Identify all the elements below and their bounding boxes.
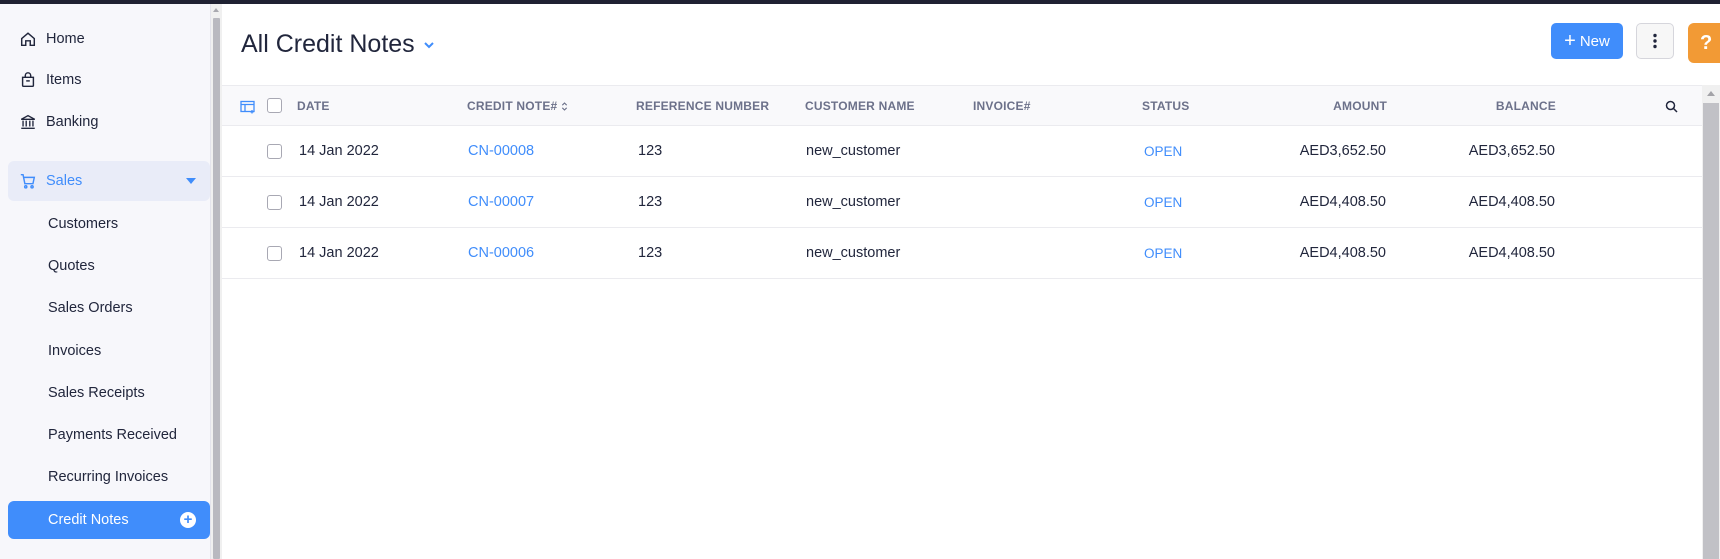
sort-icon[interactable] [561,101,568,112]
table-row[interactable]: 14 Jan 2022 CN-00006 123 new_customer OP… [222,228,1702,279]
cell-customer: new_customer [806,245,901,261]
cell-balance: AED4,408.50 [1468,194,1555,210]
sidebar: Home Items Banking Sales Customers Quote… [0,4,211,559]
top-bar [0,0,1720,4]
cell-balance: AED3,652.50 [1468,143,1555,159]
sidebar-item-credit-notes[interactable]: Credit Notes + [8,501,210,539]
scroll-thumb[interactable] [1703,103,1719,559]
status-badge: OPEN [1144,195,1183,210]
cell-reference: 123 [638,143,663,159]
cart-icon [18,171,38,191]
cell-credit-note-link[interactable]: CN-00006 [468,245,534,261]
sidebar-item-sales-orders[interactable]: Sales Orders [8,289,210,327]
plus-circle-icon[interactable]: + [180,512,196,528]
main-scrollbar[interactable] [1702,85,1720,559]
cell-reference: 123 [638,194,663,210]
column-header-label: CREDIT NOTE# [467,99,558,113]
scroll-up-arrow[interactable] [1707,91,1715,96]
row-checkbox[interactable] [267,195,282,210]
status-badge: OPEN [1144,246,1183,261]
column-header-invoice[interactable]: INVOICE# [973,99,1031,113]
chevron-down-icon [423,39,435,51]
sidebar-item-sales[interactable]: Sales [8,161,210,201]
cell-customer: new_customer [806,143,901,159]
new-button[interactable]: + New [1551,23,1623,59]
column-header-amount[interactable]: AMOUNT [1333,99,1387,113]
help-button[interactable]: ? [1688,23,1720,63]
cell-date: 14 Jan 2022 [299,245,379,261]
sidebar-item-label: Credit Notes [48,512,129,528]
cell-amount: AED4,408.50 [1299,245,1386,261]
column-header-status[interactable]: STATUS [1142,99,1189,113]
help-label: ? [1700,31,1713,54]
chevron-down-icon[interactable] [186,178,196,184]
sidebar-scrollbar[interactable] [211,4,222,559]
row-checkbox[interactable] [267,144,282,159]
cell-date: 14 Jan 2022 [299,194,379,210]
column-header-reference-number[interactable]: REFERENCE NUMBER [636,99,769,113]
columns-icon[interactable] [240,100,256,114]
new-button-label: New [1579,32,1610,50]
sidebar-item-sales-receipts[interactable]: Sales Receipts [8,374,210,412]
table-row[interactable]: 14 Jan 2022 CN-00008 123 new_customer OP… [222,126,1702,177]
sidebar-item-label: Items [46,72,82,88]
sidebar-item-label: Payments Received [48,427,177,443]
cell-date: 14 Jan 2022 [299,143,379,159]
sidebar-item-label: Sales Receipts [48,385,145,401]
cell-amount: AED4,408.50 [1299,194,1386,210]
more-options-button[interactable] [1636,23,1674,59]
page-title-dropdown[interactable]: All Credit Notes [241,30,435,59]
cell-credit-note-link[interactable]: CN-00007 [468,194,534,210]
plus-icon: + [1564,30,1576,52]
items-icon [18,70,38,90]
sidebar-item-home[interactable]: Home [8,19,210,59]
scroll-thumb[interactable] [213,18,220,559]
sidebar-item-label: Customers [48,216,119,232]
cell-amount: AED3,652.50 [1299,143,1386,159]
table-header: DATE CREDIT NOTE# REFERENCE NUMBER CUSTO… [222,85,1702,126]
sidebar-item-banking[interactable]: Banking [8,102,210,142]
sidebar-item-recurring-invoices[interactable]: Recurring Invoices [8,458,210,496]
sidebar-item-label: Home [46,31,85,47]
search-icon[interactable] [1665,100,1678,113]
bank-icon [18,112,38,132]
sidebar-item-label: Recurring Invoices [48,469,169,485]
home-icon [18,29,38,49]
sidebar-item-items[interactable]: Items [8,60,210,100]
sidebar-item-label: Banking [46,114,99,130]
sidebar-item-customers[interactable]: Customers [8,205,210,243]
column-header-credit-note[interactable]: CREDIT NOTE# [467,99,568,113]
page-title: All Credit Notes [241,30,415,58]
cell-credit-note-link[interactable]: CN-00008 [468,143,534,159]
more-vertical-icon [1653,33,1657,49]
sidebar-item-label: Sales [46,173,83,189]
cell-customer: new_customer [806,194,901,210]
sidebar-item-quotes[interactable]: Quotes [8,247,210,285]
column-header-customer-name[interactable]: CUSTOMER NAME [805,99,915,113]
cell-reference: 123 [638,245,663,261]
column-header-date[interactable]: DATE [297,99,330,113]
credit-notes-table: DATE CREDIT NOTE# REFERENCE NUMBER CUSTO… [222,85,1702,559]
sidebar-item-invoices[interactable]: Invoices [8,332,210,370]
column-header-balance[interactable]: BALANCE [1496,99,1556,113]
status-badge: OPEN [1144,144,1183,159]
cell-balance: AED4,408.50 [1468,245,1555,261]
sidebar-item-payments-received[interactable]: Payments Received [8,416,210,454]
row-checkbox[interactable] [267,246,282,261]
sidebar-item-label: Quotes [48,258,95,274]
table-row[interactable]: 14 Jan 2022 CN-00007 123 new_customer OP… [222,177,1702,228]
sidebar-item-label: Invoices [48,343,102,359]
scroll-up-arrow[interactable] [213,8,219,12]
select-all-checkbox[interactable] [267,98,282,113]
sidebar-item-label: Sales Orders [48,300,133,316]
